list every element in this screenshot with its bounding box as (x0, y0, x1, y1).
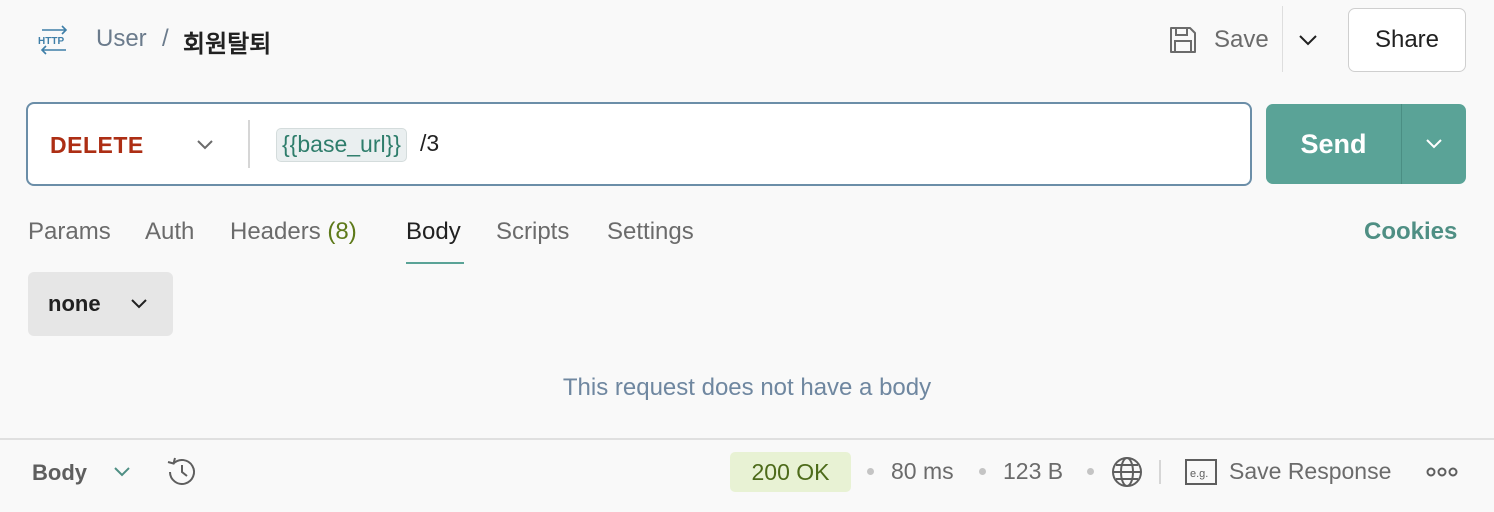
tab-settings[interactable]: Settings (607, 218, 694, 246)
eg-icon: e.g. (1185, 459, 1217, 485)
request-title[interactable]: 회원탈퇴 (183, 24, 271, 59)
response-view-select[interactable]: Body (32, 460, 87, 486)
history-icon[interactable] (164, 454, 200, 490)
separator-dot (1087, 468, 1094, 475)
request-editor: HTTP User / 회원탈퇴 Save Share DELETE {{bas… (0, 0, 1494, 512)
svg-text:e.g.: e.g. (1190, 468, 1208, 480)
tab-headers[interactable]: Headers (8) (230, 218, 357, 246)
tab-params[interactable]: Params (28, 218, 111, 246)
body-type-select[interactable]: none (28, 272, 173, 336)
headers-count: (8) (327, 218, 357, 245)
send-button[interactable]: Send (1266, 104, 1401, 184)
chevron-down-icon (1426, 139, 1442, 149)
save-label: Save (1214, 26, 1269, 53)
url-variable-chip[interactable]: {{base_url}} (276, 128, 407, 162)
response-size[interactable]: 123 B (1003, 458, 1063, 485)
tab-scripts[interactable]: Scripts (496, 218, 569, 246)
send-button-group: Send (1266, 104, 1466, 184)
save-response-button[interactable]: Save Response (1229, 458, 1391, 485)
separator-dot (867, 468, 874, 475)
svg-text:HTTP: HTTP (38, 36, 64, 47)
status-badge: 200 OK (730, 452, 851, 492)
empty-body-message: This request does not have a body (562, 374, 932, 401)
breadcrumb-collection[interactable]: User (96, 25, 147, 53)
body-type-label: none (48, 291, 101, 316)
chevron-down-icon[interactable] (108, 458, 136, 486)
send-options-button[interactable] (1402, 104, 1466, 184)
response-divider (0, 438, 1494, 440)
tab-headers-label: Headers (230, 218, 321, 245)
save-button[interactable]: Save (1166, 18, 1276, 62)
url-input[interactable]: /3 (420, 130, 439, 157)
header-divider (1282, 6, 1283, 72)
url-bar: DELETE {{base_url}} /3 (26, 102, 1252, 186)
tab-auth[interactable]: Auth (145, 218, 194, 246)
http-icon: HTTP (38, 25, 68, 55)
tab-body[interactable]: Body (406, 218, 461, 246)
request-header: HTTP User / 회원탈퇴 Save Share (0, 0, 1494, 80)
cookies-link[interactable]: Cookies (1364, 218, 1457, 246)
share-button[interactable]: Share (1348, 8, 1466, 72)
floppy-disk-icon (1170, 27, 1196, 53)
ellipsis-icon[interactable] (1424, 460, 1460, 484)
url-divider (248, 120, 250, 168)
response-time[interactable]: 80 ms (891, 458, 954, 485)
globe-icon[interactable] (1109, 454, 1145, 490)
breadcrumb-separator: / (162, 25, 169, 52)
separator-dot (979, 468, 986, 475)
chevron-down-icon (131, 299, 147, 309)
chevron-down-icon[interactable] (1292, 24, 1324, 56)
bar-divider (1159, 460, 1161, 484)
chevron-down-icon[interactable] (190, 130, 220, 160)
method-select[interactable]: DELETE (50, 132, 144, 159)
active-tab-indicator (406, 262, 464, 264)
